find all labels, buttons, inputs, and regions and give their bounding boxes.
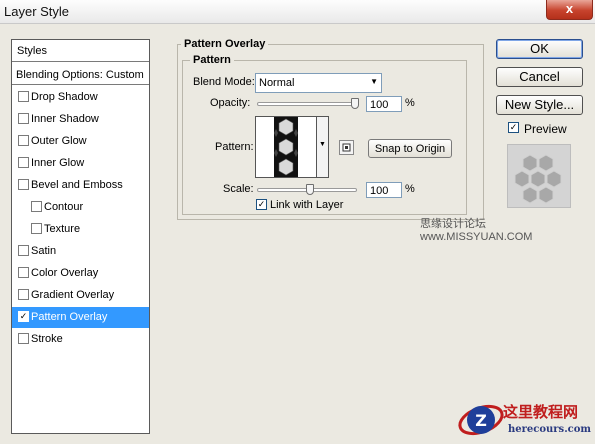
- opacity-slider-track[interactable]: [257, 102, 359, 106]
- style-item-label: Satin: [31, 245, 57, 257]
- style-item-drop-shadow[interactable]: Drop Shadow: [12, 87, 149, 108]
- close-icon: x: [565, 1, 574, 16]
- subgroup-title: Pattern: [190, 54, 234, 66]
- style-checkbox[interactable]: [18, 113, 29, 124]
- blend-mode-select[interactable]: Normal ▼: [255, 73, 382, 93]
- style-item-texture[interactable]: Texture: [12, 219, 149, 240]
- watermark-text: 思缘设计论坛 www.MISSYUAN.COM: [420, 218, 533, 243]
- hexagon-preview-icon: [514, 154, 562, 204]
- blending-options-label: Blending Options: Custom: [16, 69, 144, 81]
- snap-to-origin-label: Snap to Origin: [374, 143, 446, 155]
- style-item-outer-glow[interactable]: Outer Glow: [12, 131, 149, 152]
- style-item-label: Outer Glow: [31, 135, 87, 147]
- style-item-label: Drop Shadow: [31, 91, 98, 103]
- hexagon-pattern-icon: [256, 117, 316, 177]
- style-checkbox[interactable]: [18, 91, 29, 102]
- blend-mode-label: Blend Mode:: [193, 76, 255, 88]
- scale-slider-handle[interactable]: [305, 184, 314, 195]
- chevron-down-icon: ▼: [319, 141, 326, 148]
- style-item-contour[interactable]: Contour: [12, 197, 149, 218]
- style-item-pattern-overlay[interactable]: ✓ Pattern Overlay: [12, 307, 149, 328]
- new-pattern-preset-button[interactable]: [339, 140, 354, 155]
- close-button[interactable]: x: [546, 0, 593, 20]
- svg-text:Z: Z: [475, 411, 487, 430]
- opacity-value: 100: [370, 99, 389, 111]
- style-item-label: Inner Glow: [31, 157, 85, 169]
- styles-header[interactable]: Styles: [12, 40, 149, 62]
- opacity-slider-handle[interactable]: [351, 98, 359, 109]
- style-checkbox[interactable]: [31, 223, 42, 234]
- preview-checkbox[interactable]: ✓: [508, 122, 519, 133]
- style-checkbox[interactable]: ✓: [18, 311, 29, 322]
- scale-label: Scale:: [223, 183, 254, 195]
- style-checkbox[interactable]: [18, 289, 29, 300]
- style-item-label: Bevel and Emboss: [31, 179, 123, 191]
- style-checkbox[interactable]: [18, 245, 29, 256]
- cancel-button[interactable]: Cancel: [496, 67, 583, 87]
- watermark-logo-url: herecours.com: [508, 424, 592, 435]
- style-item-label: Stroke: [31, 333, 63, 345]
- style-item-bevel-and-emboss[interactable]: Bevel and Emboss: [12, 175, 149, 196]
- style-item-inner-glow[interactable]: Inner Glow: [12, 153, 149, 174]
- new-style-button[interactable]: New Style...: [496, 95, 583, 115]
- style-preview-thumbnail: [507, 144, 571, 208]
- style-checkbox[interactable]: [31, 201, 42, 212]
- title-bar: Layer Style x: [0, 0, 595, 24]
- styles-header-label: Styles: [17, 45, 47, 57]
- new-preset-icon: [342, 143, 351, 152]
- pattern-label: Pattern:: [215, 141, 254, 153]
- checkmark-icon: ✓: [509, 122, 518, 132]
- style-item-color-overlay[interactable]: Color Overlay: [12, 263, 149, 284]
- style-item-satin[interactable]: Satin: [12, 241, 149, 262]
- style-item-label: Pattern Overlay: [31, 311, 108, 323]
- style-item-label: Texture: [44, 223, 81, 235]
- blend-mode-value: Normal: [259, 77, 295, 89]
- watermark-logo-text: 这里教程网: [503, 403, 579, 421]
- ok-button[interactable]: OK: [496, 39, 583, 59]
- style-checkbox[interactable]: [18, 135, 29, 146]
- group-title: Pattern Overlay: [181, 38, 269, 50]
- style-item-stroke[interactable]: Stroke: [12, 329, 149, 350]
- ok-label: OK: [530, 41, 549, 56]
- new-style-label: New Style...: [504, 97, 575, 112]
- style-item-label: Color Overlay: [31, 267, 99, 279]
- style-item-label: Gradient Overlay: [31, 289, 115, 301]
- preview-label: Preview: [524, 122, 567, 136]
- cancel-label: Cancel: [519, 69, 560, 84]
- snap-to-origin-button[interactable]: Snap to Origin: [368, 139, 452, 158]
- style-item-inner-shadow[interactable]: Inner Shadow: [12, 109, 149, 130]
- scale-unit: %: [405, 183, 415, 195]
- opacity-unit: %: [405, 97, 415, 109]
- link-with-layer-label: Link with Layer: [270, 199, 344, 211]
- style-item-label: Inner Shadow: [31, 113, 99, 125]
- style-item-label: Contour: [44, 201, 84, 213]
- style-checkbox[interactable]: [18, 179, 29, 190]
- pattern-dropdown-button[interactable]: ▼: [317, 116, 329, 178]
- style-checkbox[interactable]: [18, 267, 29, 278]
- styles-list: Styles Blending Options: Custom Drop Sha…: [11, 39, 150, 434]
- blending-options-item[interactable]: Blending Options: Custom: [12, 63, 149, 85]
- style-item-gradient-overlay[interactable]: Gradient Overlay: [12, 285, 149, 306]
- chevron-down-icon: ▼: [370, 77, 378, 86]
- style-checkbox[interactable]: [18, 157, 29, 168]
- opacity-label: Opacity:: [210, 97, 251, 109]
- window-title: Layer Style: [4, 4, 70, 19]
- checkmark-icon: ✓: [19, 311, 28, 321]
- scale-value: 100: [370, 185, 389, 197]
- style-checkbox[interactable]: [18, 333, 29, 344]
- checkmark-icon: ✓: [257, 199, 266, 209]
- pattern-picker[interactable]: [255, 116, 317, 178]
- opacity-input[interactable]: 100: [366, 96, 402, 112]
- link-with-layer-checkbox[interactable]: ✓: [256, 199, 267, 210]
- scale-input[interactable]: 100: [366, 182, 402, 198]
